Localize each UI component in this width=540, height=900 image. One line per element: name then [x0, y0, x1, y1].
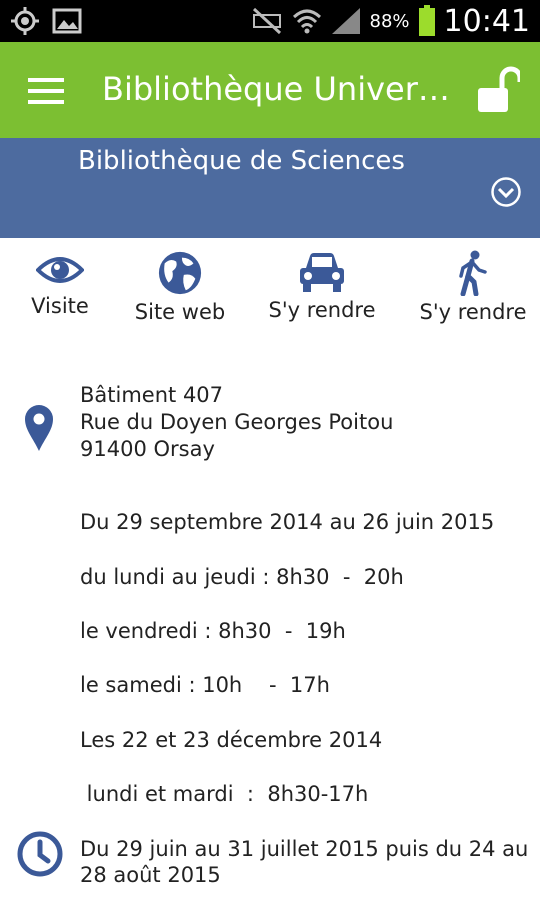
signal-icon: [331, 8, 360, 34]
mute-icon: [252, 7, 281, 35]
hours-line: 28 août 2015: [80, 863, 221, 887]
directions-car-button[interactable]: S'y rendre: [266, 250, 378, 322]
gps-icon: [11, 7, 39, 35]
hours-line: Du 29 septembre 2014 au 26 juin 2015: [80, 510, 495, 534]
library-name: Bibliothèque de Sciences: [78, 146, 405, 176]
address-line: 91400 Orsay: [80, 437, 215, 461]
wifi-icon: [292, 9, 321, 34]
image-icon: [52, 8, 82, 34]
status-bar: 88% 10:41: [0, 0, 540, 42]
hours-line: le vendredi : 8h30 - 19h: [80, 619, 346, 643]
walking-icon: [459, 250, 487, 296]
address-line: Rue du Doyen Georges Poitou: [80, 410, 394, 434]
directions-walk-label: S'y rendre: [419, 300, 527, 324]
action-bar: Visite Site web S'y rendre S'y rendre: [0, 250, 540, 340]
location-pin-icon: [25, 405, 53, 451]
hours-line: Les 22 et 23 décembre 2014: [80, 728, 383, 752]
unlock-icon[interactable]: [478, 66, 520, 114]
eye-icon: [36, 257, 84, 283]
battery-icon: [418, 5, 435, 36]
battery-percent: 88%: [369, 10, 410, 32]
clock-icon: [17, 831, 63, 877]
address-block: Bâtiment 407 Rue du Doyen Georges Poitou…: [80, 382, 393, 463]
directions-car-label: S'y rendre: [268, 298, 376, 322]
chevron-down-circle-icon[interactable]: [490, 176, 522, 208]
visit-button[interactable]: Visite: [28, 250, 92, 318]
menu-icon[interactable]: [28, 76, 64, 106]
directions-walk-button[interactable]: S'y rendre: [418, 250, 528, 324]
car-icon: [300, 253, 344, 292]
globe-icon: [158, 251, 202, 295]
hours-line: le samedi : 10h - 17h: [80, 673, 330, 697]
hours-line: lundi et mardi : 8h30-17h: [80, 782, 369, 806]
address-line: Bâtiment 407: [80, 383, 224, 407]
website-label: Site web: [134, 300, 226, 324]
hours-line: Du 29 juin au 31 juillet 2015 puis du 24…: [80, 837, 529, 861]
website-button[interactable]: Site web: [134, 250, 226, 324]
library-header[interactable]: Bibliothèque de Sciences: [0, 138, 540, 238]
status-time: 10:41: [443, 3, 530, 39]
visit-label: Visite: [31, 294, 89, 318]
hours-line: du lundi au jeudi : 8h30 - 20h: [80, 565, 404, 589]
app-bar: Bibliothèque Universi…: [0, 42, 540, 138]
app-title: Bibliothèque Universi…: [102, 70, 452, 108]
